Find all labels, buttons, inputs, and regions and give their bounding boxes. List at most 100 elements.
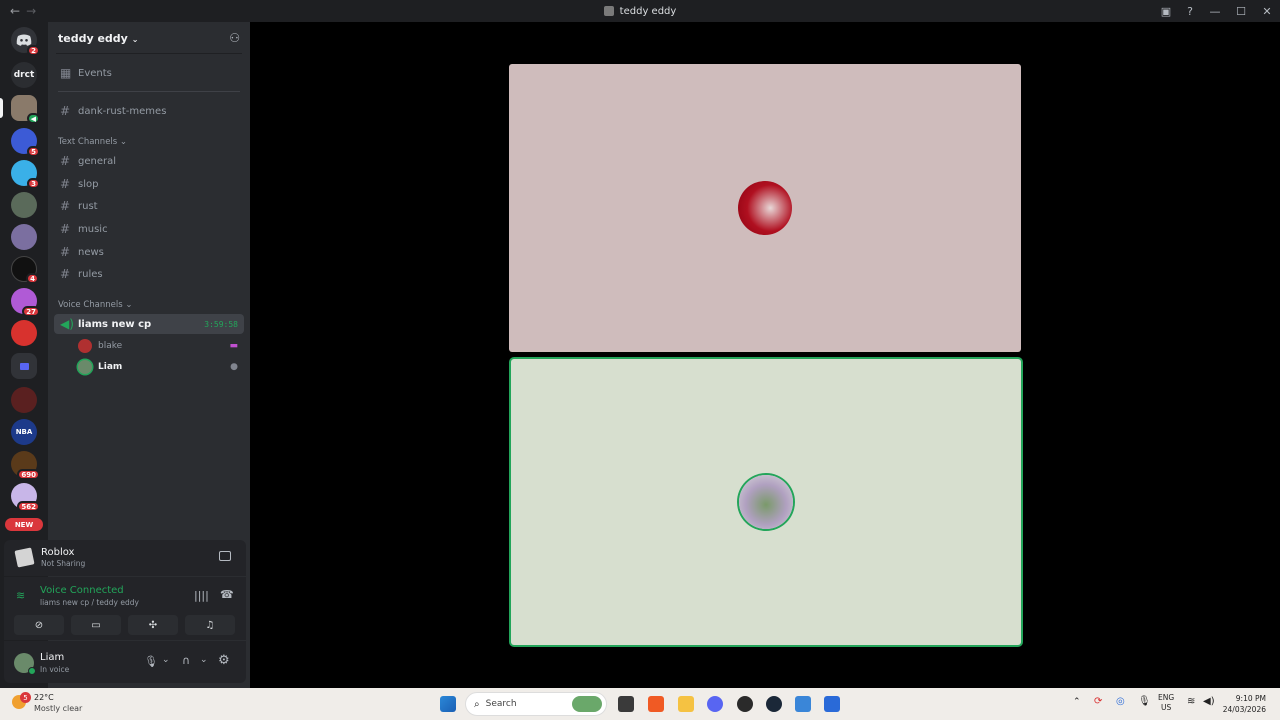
settings-gear-icon[interactable]: ⚙ — [218, 653, 230, 668]
brave-icon[interactable] — [648, 696, 664, 712]
screen-share-button[interactable]: ▭ — [71, 615, 121, 635]
channel-rust[interactable]: # rust — [54, 196, 244, 216]
file-explorer-icon[interactable] — [678, 696, 694, 712]
volume-icon[interactable]: ◀) — [1203, 696, 1215, 707]
guild-9[interactable] — [11, 387, 37, 413]
channel-label: dank-rust-memes — [78, 105, 167, 117]
voice-user-liam[interactable]: Liam ● — [78, 357, 238, 377]
windows-start-icon[interactable] — [440, 696, 456, 712]
clock[interactable]: 9:10 PM 24/03/2026 — [1223, 693, 1266, 715]
steam-icon[interactable] — [766, 696, 782, 712]
calendar-icon: ▦ — [60, 66, 72, 80]
taskbar-search[interactable]: ⌕ Search — [465, 692, 607, 716]
folder-icon — [19, 362, 29, 370]
channel-music[interactable]: # music — [54, 219, 244, 239]
tray-icon-sync[interactable]: ⟳ — [1094, 696, 1102, 707]
guild-4[interactable] — [11, 192, 37, 218]
invite-member-icon[interactable]: ⚇ — [229, 31, 240, 45]
selected-guild-pill — [0, 98, 3, 118]
guild-6[interactable]: 4 — [11, 256, 39, 284]
channel-label: slop — [78, 178, 99, 190]
channel-label: general — [78, 155, 117, 167]
online-status-dot — [28, 667, 36, 675]
participant-tile-blake[interactable] — [509, 64, 1021, 352]
microphone-icon[interactable]: 🎙 — [144, 655, 158, 668]
hash-icon: # — [60, 245, 71, 259]
screen-share-icon[interactable] — [219, 551, 231, 561]
headphones-icon[interactable]: ∩ — [182, 654, 190, 667]
back-arrow-icon[interactable]: ← — [10, 4, 20, 18]
guild-3[interactable]: 3 — [11, 160, 40, 189]
channel-rules[interactable]: # rules — [54, 264, 244, 284]
avatar — [78, 360, 92, 374]
guild-8[interactable] — [11, 320, 37, 346]
guild-10[interactable]: 690 — [11, 451, 40, 480]
guild-drct[interactable]: drct — [11, 62, 37, 88]
voice-panel: ≋ Voice Connected liams new cp / teddy e… — [4, 577, 246, 640]
audio-options-chevron-icon[interactable]: ⌄ — [200, 655, 208, 665]
camera-off-button[interactable]: ⊘ — [14, 615, 64, 635]
voice-channel-liams-new-cp[interactable]: ◀) liams new cp 3:59:58 — [54, 314, 244, 334]
inbox-icon[interactable]: ▣ — [1154, 5, 1178, 18]
participant-tile-liam[interactable] — [511, 359, 1021, 645]
channel-general[interactable]: # general — [54, 151, 244, 171]
minimize-button[interactable]: — — [1202, 5, 1228, 18]
channel-label: music — [78, 223, 108, 235]
guild-badge: 3 — [27, 178, 40, 189]
tray-microphone-icon[interactable]: 🎙 — [1138, 696, 1151, 707]
discord-taskbar-icon[interactable] — [707, 696, 723, 712]
maximize-button[interactable]: ☐ — [1228, 5, 1254, 18]
channel-news[interactable]: # news — [54, 242, 244, 262]
noise-suppression-icon[interactable]: |||| — [194, 589, 209, 602]
close-button[interactable]: ✕ — [1254, 5, 1280, 18]
weather-temp[interactable]: 22°C — [34, 693, 54, 702]
guild-11[interactable]: 562 — [11, 483, 40, 512]
activities-button[interactable]: ✣ — [128, 615, 178, 635]
text-channels-category[interactable]: Text Channels ⌄ — [58, 137, 127, 147]
new-label: NEW — [14, 520, 34, 529]
soundboard-button[interactable]: ♫ — [185, 615, 235, 635]
tray-icon-network-app[interactable]: ◎ — [1116, 696, 1125, 707]
home-badge: 2 — [27, 45, 40, 56]
screen-icon: ▭ — [91, 619, 101, 631]
guild-7[interactable]: 27 — [11, 288, 40, 317]
weather-desc[interactable]: Mostly clear — [34, 704, 82, 713]
forward-arrow-icon[interactable]: → — [26, 4, 36, 18]
channel-dank-rust-memes[interactable]: # dank-rust-memes — [54, 101, 244, 121]
wifi-icon[interactable]: ≋ — [1187, 696, 1195, 707]
search-highlight-icon — [572, 696, 602, 712]
guild-2[interactable]: 5 — [11, 128, 40, 157]
guild-5[interactable] — [11, 224, 37, 250]
speaker-icon: ◀) — [60, 317, 74, 331]
status-icon: ● — [230, 362, 238, 372]
voice-status[interactable]: Voice Connected — [40, 585, 124, 596]
disconnect-icon[interactable]: ☎ — [220, 588, 234, 601]
discord-home-button[interactable]: 2 — [11, 27, 40, 56]
mic-options-chevron-icon[interactable]: ⌄ — [162, 655, 170, 665]
guild-nba[interactable]: NBA — [11, 419, 37, 445]
app-icon-2[interactable] — [824, 696, 840, 712]
help-icon[interactable]: ? — [1178, 5, 1202, 18]
hash-icon: # — [60, 177, 71, 191]
hash-icon: # — [60, 104, 71, 118]
notepad-icon[interactable] — [795, 696, 811, 712]
task-view-icon[interactable] — [618, 696, 634, 712]
guild-teddy-eddy[interactable]: ◀ — [11, 95, 40, 124]
language-indicator[interactable]: ENG US — [1158, 693, 1174, 713]
user-panel: Liam In voice 🎙 ⌄ ∩ ⌄ ⚙ — [4, 641, 246, 683]
server-header[interactable]: teddy eddy ⌄ ⚇ — [48, 22, 250, 54]
voice-channels-category[interactable]: Voice Channels ⌄ — [58, 300, 132, 310]
channel-slop[interactable]: # slop — [54, 174, 244, 194]
events-item[interactable]: ▦ Events — [54, 63, 244, 83]
server-icon — [603, 6, 614, 16]
tray-overflow-icon[interactable]: ⌃ — [1073, 697, 1081, 707]
connection-signal-icon[interactable]: ≋ — [16, 589, 25, 602]
guild-folder[interactable] — [11, 353, 37, 379]
soundboard-icon: ♫ — [205, 619, 215, 631]
voice-user-blake[interactable]: blake ▬ — [78, 336, 238, 356]
new-unreads-badge[interactable]: NEW — [5, 518, 43, 531]
app-icon[interactable] — [737, 696, 753, 712]
user-name[interactable]: Liam — [40, 652, 64, 663]
voice-location[interactable]: liams new cp / teddy eddy — [40, 598, 139, 607]
voice-stage — [250, 22, 1280, 688]
